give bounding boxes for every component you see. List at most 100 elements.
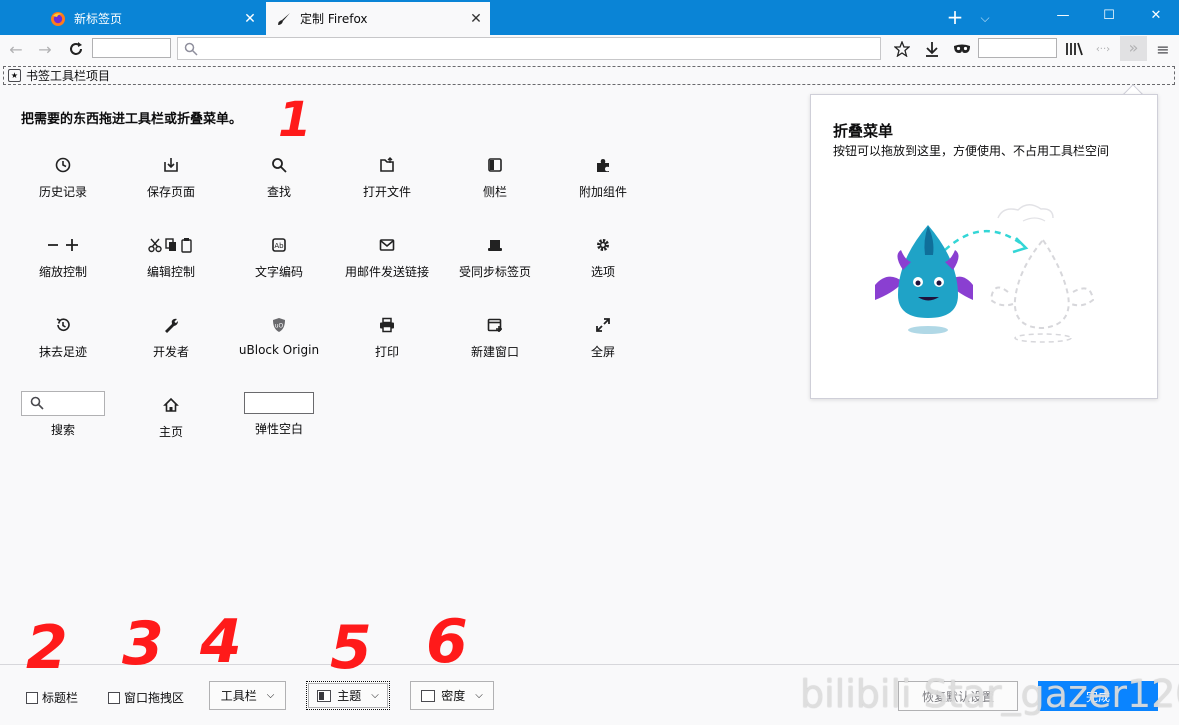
menu-hamburger-icon[interactable]: ≡ xyxy=(1152,38,1174,60)
annotation-5: 5 xyxy=(330,613,372,683)
restore-defaults-button[interactable]: 恢复默认设置 xyxy=(898,681,1018,711)
annotation-4: 4 xyxy=(200,607,242,677)
edit-controls-icon xyxy=(148,235,194,255)
palette-item[interactable]: 查找 xyxy=(225,155,333,215)
palette-item-label: uBlock Origin xyxy=(238,343,320,357)
palette-item[interactable]: 历史记录 xyxy=(9,155,117,215)
palette-item-label: 弹性空白 xyxy=(254,422,303,436)
forward-button[interactable]: → xyxy=(34,38,56,60)
forget-icon xyxy=(55,315,71,335)
palette-item-label: 开发者 xyxy=(152,345,189,359)
downloads-button[interactable] xyxy=(921,38,943,60)
palette-item[interactable]: 打开文件 xyxy=(333,155,441,215)
checkbox-box[interactable] xyxy=(26,691,38,704)
drag-space-label: 窗口拖拽区 xyxy=(124,691,185,705)
private-mask-button[interactable] xyxy=(951,38,973,60)
themes-button[interactable]: 主题 ⌵ xyxy=(306,681,390,710)
reload-icon xyxy=(70,42,82,55)
title-bar-checkbox[interactable]: 标题栏 xyxy=(26,689,78,706)
panel-title: 折叠菜单 xyxy=(833,122,894,140)
palette-item[interactable]: 侧栏 xyxy=(441,155,549,215)
themes-label: 主题 xyxy=(337,689,362,703)
chevron-down-icon[interactable]: ⌵ xyxy=(974,7,996,29)
tab-customize-firefox[interactable]: 定制 Firefox ✕ xyxy=(266,2,490,35)
bookmark-star-icon: ★ xyxy=(8,69,21,82)
palette-item-label: 查找 xyxy=(266,185,291,199)
palette-item[interactable]: 抹去足迹 xyxy=(9,315,117,375)
palette-item[interactable]: 新建窗口 xyxy=(441,315,549,375)
palette-item[interactable]: 开发者 xyxy=(117,315,225,375)
palette-item-label: 搜索 xyxy=(50,423,75,437)
tab-title: 定制 Firefox xyxy=(300,12,368,26)
density-button[interactable]: 密度 ⌵ xyxy=(410,681,494,710)
new-tab-button[interactable]: + xyxy=(944,6,966,28)
fullscreen-icon xyxy=(595,315,611,335)
new-window-icon xyxy=(487,315,503,335)
customize-footer: 标题栏 窗口拖拽区 工具栏 ⌵ 主题 ⌵ 密度 ⌵ 恢复默认设置 完成 xyxy=(0,664,1179,725)
overflow-chevron-button[interactable]: » xyxy=(1120,36,1147,61)
library-icon xyxy=(1066,42,1083,56)
palette-item[interactable]: 主页 xyxy=(117,395,225,455)
palette-item-label: 抹去足迹 xyxy=(38,345,87,359)
flexible-space-right[interactable] xyxy=(978,38,1057,58)
palette-item[interactable]: uO uBlock Origin xyxy=(225,315,333,375)
palette-item-label: 历史记录 xyxy=(38,185,87,199)
palette-item[interactable]: 打印 xyxy=(333,315,441,375)
chevron-down-icon: ⌵ xyxy=(371,690,379,701)
minimize-button[interactable]: — xyxy=(1040,0,1086,32)
history-icon xyxy=(55,155,71,175)
back-button[interactable]: ← xyxy=(5,38,27,60)
title-bar-label: 标题栏 xyxy=(42,691,79,705)
palette-item[interactable]: 弹性空白 xyxy=(225,392,333,455)
palette-item-label: 新建窗口 xyxy=(470,345,519,359)
palette-item[interactable]: 选项 xyxy=(549,235,657,295)
palette-item[interactable]: Ab 文字编码 xyxy=(225,235,333,295)
flexible-space-left[interactable] xyxy=(92,38,171,58)
search-icon xyxy=(21,390,105,416)
bookmark-star-icon xyxy=(894,41,910,57)
palette-item[interactable]: 编辑控制 xyxy=(117,235,225,295)
annotation-1: 1 xyxy=(278,92,312,148)
close-icon[interactable]: ✕ xyxy=(462,11,490,27)
flexible-space xyxy=(244,391,314,415)
palette-item[interactable]: 搜索 xyxy=(9,390,117,455)
palette-item[interactable]: 全屏 xyxy=(549,315,657,375)
firefox-icon xyxy=(50,11,66,27)
palette-item-label: 打印 xyxy=(374,345,399,359)
toolbars-label: 工具栏 xyxy=(220,689,257,703)
overflow-panel[interactable]: 折叠菜单 按钮可以拖放到这里，方便使用、不占用工具栏空间 xyxy=(810,94,1158,399)
chevron-down-icon: ⌵ xyxy=(266,690,275,701)
tab-new-tab[interactable]: 新标签页 ✕ xyxy=(40,2,264,35)
find-icon xyxy=(271,155,287,175)
density-label: 密度 xyxy=(441,689,466,703)
bookmarks-toolbar-label: 书签工具栏项目 xyxy=(26,69,111,83)
palette-item-label: 编辑控制 xyxy=(146,265,195,279)
maximize-button[interactable]: ☐ xyxy=(1086,0,1132,32)
checkbox-box[interactable] xyxy=(108,691,120,704)
done-button[interactable]: 完成 xyxy=(1038,681,1158,711)
library-button[interactable] xyxy=(1063,38,1085,60)
mask-icon xyxy=(954,44,970,53)
synced-tabs-icon xyxy=(487,235,503,255)
palette-item[interactable]: 保存页面 xyxy=(117,155,225,215)
palette-item-label: 打开文件 xyxy=(362,185,411,199)
palette-item[interactable]: 附加组件 xyxy=(549,155,657,215)
palette-item-label: 保存页面 xyxy=(146,185,195,199)
palette-item[interactable]: 受同步标签页 xyxy=(441,235,549,295)
palette-item-label: 全屏 xyxy=(590,345,615,359)
palette-item[interactable]: 用邮件发送链接 xyxy=(333,235,441,295)
bookmark-star-button[interactable] xyxy=(891,38,913,60)
window-close-button[interactable]: ✕ xyxy=(1133,0,1179,32)
reload-button[interactable] xyxy=(65,38,87,60)
palette-item-label: 主页 xyxy=(158,425,183,439)
palette-item-label: 缩放控制 xyxy=(38,265,87,279)
url-bar[interactable] xyxy=(177,37,881,60)
palette-item[interactable]: 缩放控制 xyxy=(9,235,117,295)
close-icon[interactable]: ✕ xyxy=(236,11,264,27)
drag-space-checkbox[interactable]: 窗口拖拽区 xyxy=(108,689,184,706)
search-icon xyxy=(184,42,198,56)
download-icon xyxy=(926,42,938,57)
dragon-illustration-icon xyxy=(875,204,1095,343)
toolbars-button[interactable]: 工具栏 ⌵ xyxy=(209,681,286,710)
bookmarks-toolbar[interactable]: ★ 书签工具栏项目 xyxy=(3,66,1175,85)
